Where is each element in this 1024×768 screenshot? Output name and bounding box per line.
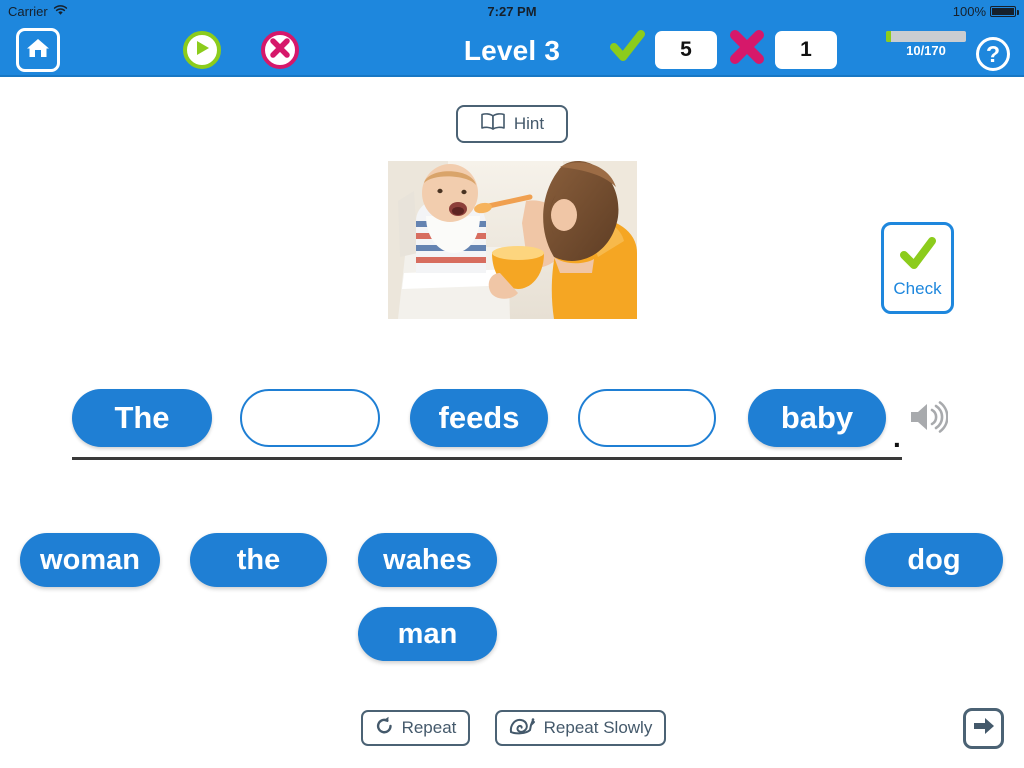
book-icon [480, 112, 506, 136]
word-bank-chip[interactable]: man [358, 607, 497, 661]
snail-icon [509, 716, 536, 740]
sentence-word-chip[interactable]: feeds [410, 389, 548, 447]
word-bank-chip[interactable]: wahes [358, 533, 497, 587]
progress-fill [886, 31, 891, 42]
sentence-empty-slot[interactable] [578, 389, 716, 447]
repeat-slowly-button[interactable]: Repeat Slowly [495, 710, 666, 746]
repeat-slowly-button-label: Repeat Slowly [543, 718, 653, 737]
app-header: Level 3 5 1 10/170 ? [0, 22, 1024, 77]
correct-count: 5 [655, 30, 717, 69]
hint-button[interactable]: Hint [456, 105, 568, 143]
app-root: Carrier 7:27 PM 100% Level 3 5 1 10/170 … [0, 0, 1024, 768]
word-bank-chip[interactable]: the [190, 533, 327, 587]
word-bank-chip[interactable]: woman [20, 533, 160, 587]
check-button[interactable]: Check [881, 222, 954, 314]
progress-track [886, 31, 966, 42]
arrow-right-icon [972, 715, 996, 742]
hint-button-label: Hint [513, 114, 545, 133]
replay-icon [375, 716, 394, 740]
checkmark-icon [607, 27, 647, 72]
battery-full-icon [990, 5, 1019, 17]
repeat-button-label: Repeat [401, 718, 457, 737]
progress-label: 10/170 [906, 43, 946, 58]
sentence-slots-row: The feeds baby [0, 389, 1024, 449]
speaker-icon[interactable] [908, 400, 949, 434]
level-progress: 10/170 [886, 31, 966, 58]
repeat-button[interactable]: Repeat [361, 710, 470, 746]
checkmark-icon [898, 237, 938, 278]
x-mark-icon [727, 27, 767, 72]
battery-percent-label: 100% [952, 3, 986, 19]
correct-score-group: 5 [607, 22, 717, 77]
sentence-word-chip[interactable]: baby [748, 389, 886, 447]
check-button-label: Check [893, 279, 942, 298]
sentence-period: . [893, 422, 901, 453]
ios-status-bar: Carrier 7:27 PM 100% [0, 0, 1024, 22]
sentence-underline [72, 457, 902, 460]
wrong-score-group: 1 [727, 22, 837, 77]
word-bank-chip[interactable]: dog [865, 533, 1003, 587]
page-title: Level 3 [463, 35, 561, 66]
clock-label: 7:27 PM [487, 3, 537, 19]
help-button[interactable]: ? [976, 37, 1010, 71]
wrong-count: 1 [775, 30, 837, 69]
next-button[interactable] [963, 708, 1004, 749]
sentence-empty-slot[interactable] [240, 389, 380, 447]
sentence-word-chip[interactable]: The [72, 389, 212, 447]
status-bar-right: 100% [952, 3, 1019, 19]
exercise-photo [388, 161, 637, 319]
